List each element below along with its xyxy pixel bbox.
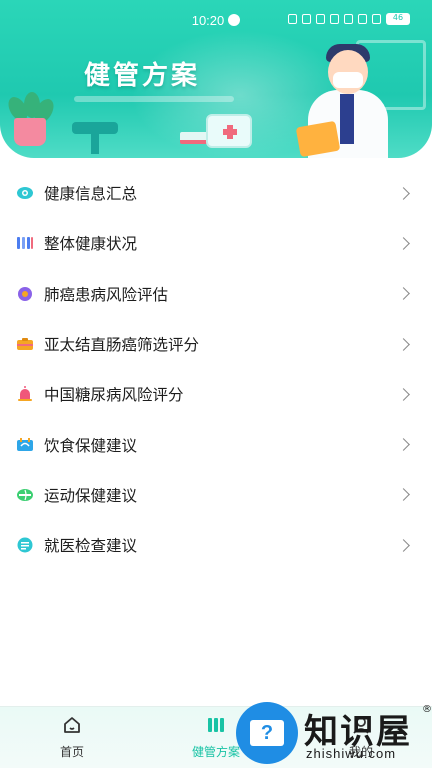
menu-item-label: 中国糖尿病风险评分 [44, 386, 184, 405]
wifi-icon [344, 14, 353, 24]
bars-icon [16, 236, 34, 250]
nav-home[interactable]: 首页 [27, 715, 117, 760]
watermark-domain: zhishiwu.com [306, 746, 397, 761]
sport-icon [16, 488, 34, 502]
stool-leg [91, 134, 99, 154]
menu-item-diet-advice[interactable]: 饮食保健建议 [0, 419, 432, 469]
battery-icon: 46 [386, 13, 410, 25]
watermark-reg: ® [422, 704, 432, 715]
menu-item-health-summary[interactable]: 健康信息汇总 [0, 168, 432, 218]
chevron-right-icon [397, 488, 410, 502]
menu-item-label: 健康信息汇总 [44, 185, 138, 204]
signal-icon-2 [372, 14, 381, 24]
notification-dot-icon [228, 14, 241, 26]
header-banner: 10:20 46 健管方案 [0, 0, 432, 158]
menu-item-diabetes-risk[interactable]: 中国糖尿病风险评分 [0, 369, 432, 419]
menu-item-label: 就医检查建议 [44, 537, 138, 556]
menu-item-overall-health[interactable]: 整体健康状况 [0, 218, 432, 268]
watermark: ? 知识屋 ® zhishiwu.com [232, 700, 432, 768]
checklist-icon [16, 537, 34, 553]
title-underline [74, 96, 234, 102]
nav-home-label: 首页 [59, 745, 84, 759]
menu-list: 健康信息汇总 整体健康状况 肺癌患病风险评估 亚太结直肠癌筛选评分 中国糖尿病风… [0, 168, 432, 570]
alarm-icon [16, 386, 34, 402]
briefcase-icon [16, 337, 34, 351]
stool-icon [72, 122, 118, 134]
menu-item-exercise-advice[interactable]: 运动保健建议 [0, 470, 432, 520]
chevron-right-icon [397, 438, 410, 451]
mute-icon [302, 14, 311, 24]
doctor-tie [340, 94, 354, 144]
chevron-right-icon [397, 237, 410, 250]
plant-pot-icon [14, 118, 46, 146]
chevron-right-icon [397, 538, 410, 552]
eye-icon [16, 186, 34, 200]
menu-item-label: 肺癌患病风险评估 [44, 285, 169, 304]
page-title: 健管方案 [84, 61, 201, 91]
chevron-right-icon [397, 287, 410, 301]
home-icon [64, 717, 80, 733]
signal-icon [358, 14, 367, 24]
plan-icon [208, 718, 224, 732]
food-icon [16, 437, 34, 452]
menu-item-lung-cancer-risk[interactable]: 肺癌患病风险评估 [0, 269, 432, 319]
menu-item-label: 饮食保健建议 [44, 436, 138, 455]
nfc-icon [288, 14, 297, 24]
menu-item-label: 整体健康状况 [44, 235, 138, 254]
status-icons: 46 [288, 13, 410, 25]
vibrate-icon [330, 14, 339, 24]
menu-item-label: 运动保健建议 [44, 486, 138, 505]
menu-item-colorectal-screening[interactable]: 亚太结直肠癌筛选评分 [0, 319, 432, 369]
doctor-mask [333, 72, 363, 88]
medical-kit-icon [206, 114, 252, 148]
lung-icon [16, 286, 34, 301]
watermark-glyph: ? [250, 720, 284, 746]
chevron-right-icon [397, 186, 410, 200]
chevron-right-icon [397, 387, 410, 401]
watermark-logo-icon: ? [236, 702, 298, 764]
chevron-right-icon [397, 337, 410, 351]
menu-item-medical-check-advice[interactable]: 就医检查建议 [0, 520, 432, 570]
status-time: 10:20 [191, 12, 225, 28]
menu-item-label: 亚太结直肠癌筛选评分 [44, 336, 200, 355]
bluetooth-icon [316, 14, 325, 24]
